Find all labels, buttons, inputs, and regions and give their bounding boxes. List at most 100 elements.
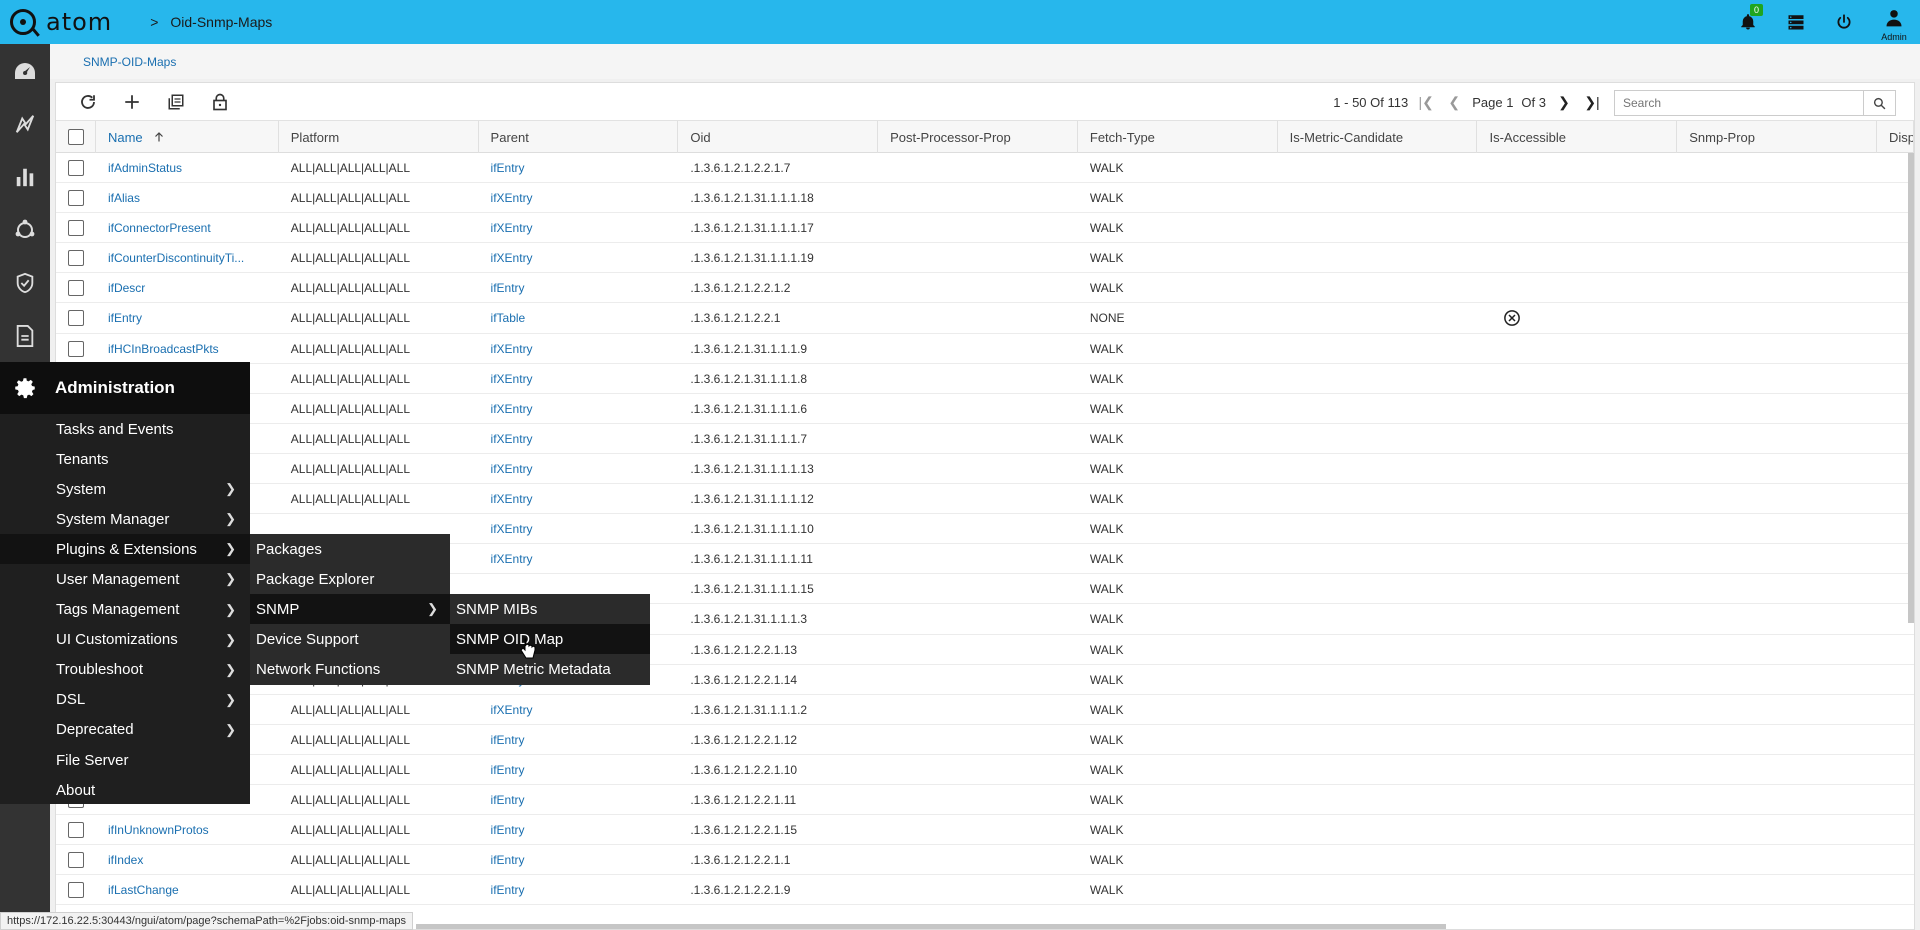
col-is-accessible[interactable]: Is-Accessible <box>1477 121 1678 153</box>
cell-name[interactable]: ifConnectorPresent <box>96 213 279 243</box>
cell-name[interactable]: ifLastChange <box>96 875 279 905</box>
table-row[interactable]: ALL|ALL|ALL|ALL|ALL ifXEntry .1.3.6.1.2.1.… <box>56 695 1914 725</box>
cell-parent[interactable]: ifXEntry <box>479 454 679 484</box>
row-checkbox-cell[interactable] <box>56 153 96 183</box>
rail-explore[interactable] <box>0 97 50 150</box>
rail-reports[interactable] <box>0 150 50 203</box>
rail-dashboard[interactable] <box>0 44 50 97</box>
cell-parent[interactable]: ifEntry <box>479 273 679 303</box>
menu-item-dsl[interactable]: DSL ❯ <box>0 685 250 715</box>
cell-name[interactable]: ifAlias <box>96 183 279 213</box>
row-checkbox-cell[interactable] <box>56 334 96 364</box>
row-checkbox-cell[interactable] <box>56 815 96 845</box>
cell-parent[interactable]: ifXEntry <box>479 334 679 364</box>
col-is-metric-candidate[interactable]: Is-Metric-Candidate <box>1278 121 1478 153</box>
cell-parent[interactable]: ifEntry <box>479 785 679 815</box>
row-checkbox-cell[interactable] <box>56 845 96 875</box>
row-checkbox[interactable] <box>68 220 84 237</box>
cell-name[interactable]: ifHCInBroadcastPkts <box>96 334 279 364</box>
col-name[interactable]: Name <box>96 121 279 153</box>
col-snmp-prop[interactable]: Snmp-Prop <box>1677 121 1878 153</box>
col-parent[interactable]: Parent <box>479 121 679 153</box>
menu-item-plugins-extensions[interactable]: Plugins & Extensions ❯ <box>0 534 250 565</box>
table-row[interactable]: ALL|ALL|ALL|ALL|ALL ifEntry .1.3.6.1.2.1.2… <box>56 755 1914 785</box>
table-row[interactable]: ifInUcastPktsALL|ALL|ALL|ALL|ALLifEntry.… <box>56 785 1914 816</box>
cell-parent[interactable]: ifXEntry <box>479 514 679 544</box>
cell-parent[interactable]: ifXEntry <box>479 364 679 394</box>
search-input[interactable] <box>1615 91 1864 115</box>
table-row[interactable]: ifCounterDiscontinuityTi... ALL|ALL|ALL|A… <box>56 243 1914 274</box>
col-disp[interactable]: Disp <box>1877 121 1914 153</box>
table-row[interactable]: ifDescr ALL|ALL|ALL|ALL|ALL ifEntry .1.3.6.… <box>56 273 1914 304</box>
row-checkbox[interactable] <box>68 250 84 267</box>
search-button[interactable] <box>1863 91 1895 115</box>
menu-item-snmp-metric-metadata[interactable]: SNMP Metric Metadata <box>450 654 650 684</box>
cell-parent[interactable]: ifXEntry <box>479 394 679 424</box>
rail-security[interactable] <box>0 256 50 309</box>
bulk-edit-button[interactable] <box>154 83 198 121</box>
row-checkbox[interactable] <box>68 190 84 207</box>
table-row[interactable]: ALL|ALL|ALL|ALL|ALL ifXEntry .1.3.6.1.2.1.… <box>56 484 1914 515</box>
tab-snmp-oid-maps[interactable]: SNMP-OID-Maps <box>83 55 176 69</box>
menu-item-network-functions[interactable]: Network Functions <box>250 654 450 684</box>
menu-item-file-server[interactable]: File Server <box>0 745 250 775</box>
table-row[interactable]: ifConnectorPresent ALL|ALL|ALL|ALL|ALL ifX… <box>56 213 1914 244</box>
col-oid[interactable]: Oid <box>678 121 879 153</box>
cell-name[interactable]: ifCounterDiscontinuityTi... <box>96 243 279 273</box>
row-checkbox[interactable] <box>68 340 84 357</box>
table-row[interactable]: ifHCInBroadcastPkts ALL|ALL|ALL|ALL|ALL if… <box>56 334 1914 364</box>
row-checkbox-cell[interactable] <box>56 303 96 333</box>
table-row[interactable]: ALL|ALL|ALL|ALL|ALL ifEntry .1.3.6.1.2.1.2… <box>56 725 1914 755</box>
col-platform[interactable]: Platform <box>279 121 479 153</box>
vertical-scrollbar[interactable] <box>1908 153 1914 623</box>
col-fetch-type[interactable]: Fetch-Type <box>1078 121 1278 153</box>
col-post-processor-prop[interactable]: Post-Processor-Prop <box>878 121 1078 153</box>
cell-parent[interactable]: ifEntry <box>479 815 679 845</box>
menu-item-package-explorer[interactable]: Package Explorer <box>250 564 450 594</box>
menu-item-tags-management[interactable]: Tags Management ❯ <box>0 595 250 625</box>
cell-parent[interactable]: ifXEntry <box>479 213 679 243</box>
table-row[interactable]: ALL|ALL|ALL|ALL|ALL ifXEntry .1.3.6.1.2.1.… <box>56 454 1914 485</box>
cell-name[interactable]: ifDescr <box>96 273 279 303</box>
menu-item-snmp-mibs[interactable]: SNMP MIBs <box>450 594 650 624</box>
administration-menu-header[interactable]: Administration <box>0 362 250 414</box>
row-checkbox-cell[interactable] <box>56 243 96 273</box>
menu-item-tenants[interactable]: Tenants <box>0 444 250 474</box>
menu-item-system[interactable]: System ❯ <box>0 474 250 504</box>
menu-item-system-manager[interactable]: System Manager ❯ <box>0 504 250 534</box>
table-row[interactable]: ALL|ALL|ALL|ALL|ALL ifXEntry .1.3.6.1.2.1.… <box>56 394 1914 424</box>
cell-parent[interactable]: ifEntry <box>479 755 679 785</box>
row-checkbox[interactable] <box>68 852 84 869</box>
table-row[interactable]: ifLastChange ALL|ALL|ALL|ALL|ALL ifEntry .1… <box>56 875 1914 906</box>
select-all-checkbox-cell[interactable] <box>56 121 96 153</box>
row-checkbox-cell[interactable] <box>56 875 96 905</box>
cell-name[interactable]: ifEntry <box>96 303 279 333</box>
cell-name[interactable]: ifAdminStatus <box>96 153 279 183</box>
menu-item-user-management[interactable]: User Management ❯ <box>0 564 250 594</box>
menu-item-ui-customizations[interactable]: UI Customizations ❯ <box>0 625 250 655</box>
table-row[interactable]: ifAdminStatus ALL|ALL|ALL|ALL|ALL ifEntry.… <box>56 153 1914 184</box>
cell-parent[interactable]: ifXEntry <box>479 695 679 725</box>
notifications-button[interactable]: 0 <box>1724 0 1772 44</box>
cell-parent[interactable]: ifXEntry <box>479 424 679 454</box>
cell-parent[interactable]: ifEntry <box>479 875 679 905</box>
horizontal-scrollbar[interactable] <box>416 924 1446 929</box>
last-page-icon[interactable]: ❯| <box>1582 94 1602 111</box>
row-checkbox[interactable] <box>68 882 84 899</box>
cell-parent[interactable]: ifEntry <box>479 845 679 875</box>
row-checkbox[interactable] <box>68 280 84 297</box>
row-checkbox[interactable] <box>68 822 84 839</box>
row-checkbox[interactable] <box>68 310 84 327</box>
table-row[interactable]: ifEntry ALL|ALL|ALL|ALL|ALL ifTable .1.3.6.… <box>56 303 1914 334</box>
menu-item-packages[interactable]: Packages <box>250 534 450 564</box>
next-page-icon[interactable]: ❯ <box>1554 94 1574 111</box>
cell-parent[interactable]: ifEntry <box>479 153 679 183</box>
cell-parent[interactable]: ifXEntry <box>479 544 679 574</box>
row-checkbox-cell[interactable] <box>56 213 96 243</box>
table-row[interactable]: ifInUnknownProtos ALL|ALL|ALL|ALL|ALL ifEn… <box>56 815 1914 846</box>
menu-item-deprecated[interactable]: Deprecated ❯ <box>0 715 250 745</box>
servers-button[interactable] <box>1772 0 1820 44</box>
logout-button[interactable] <box>1820 0 1868 44</box>
cell-parent[interactable]: ifEntry <box>479 725 679 755</box>
rail-topology[interactable] <box>0 203 50 256</box>
